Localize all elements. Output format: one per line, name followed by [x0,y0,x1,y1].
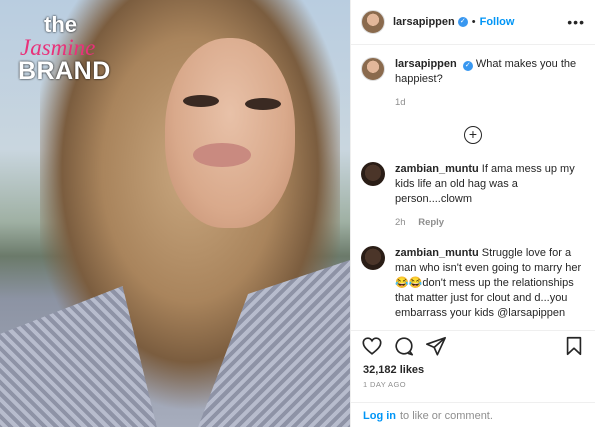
photo-eye-right [245,98,281,110]
comment-body: zambian_muntu If ama mess up my kids lif… [395,162,585,230]
bookmark-icon[interactable] [563,335,585,357]
avatar[interactable] [361,10,385,34]
caption: larsapippen ✓ What makes you the happies… [361,57,585,110]
action-bar [351,330,595,361]
post-sidebar: larsapippen ✓ • Follow ••• larsapippen ✓… [350,0,595,427]
comment-username[interactable]: zambian_muntu [395,163,479,175]
commenter-avatar[interactable] [361,162,385,186]
caption-body: larsapippen ✓ What makes you the happies… [395,57,585,110]
comment-body: zambian_muntu Struggle love for a man wh… [395,246,585,321]
load-more-comments-icon[interactable]: + [464,126,482,144]
post-timestamp[interactable]: 1 DAY AGO [363,380,406,389]
more-options-icon[interactable]: ••• [567,14,585,30]
caption-age: 1d [395,97,406,108]
header-username[interactable]: larsapippen [393,16,455,28]
separator-dot: • [471,16,476,28]
list-item: zambian_muntu Struggle love for a man wh… [361,246,585,321]
reply-button[interactable]: Reply [418,217,444,228]
photo-face [165,38,295,228]
like-count[interactable]: 32,182 likes [363,364,424,376]
login-prompt-text: to like or comment. [400,409,493,422]
photo-eye-left [183,95,219,107]
comment-username[interactable]: zambian_muntu [395,247,479,259]
instagram-post: the Jasmine BRAND larsapippen ✓ • Follow… [0,0,595,427]
heart-icon[interactable] [361,335,383,357]
comment-meta: 2h Reply [395,215,585,230]
follow-button[interactable]: Follow [480,16,515,28]
verified-badge-icon: ✓ [462,61,473,71]
share-icon[interactable] [425,335,447,357]
list-item: zambian_muntu If ama mess up my kids lif… [361,162,585,230]
watermark-logo: the Jasmine BRAND [18,14,111,84]
login-link[interactable]: Log in [363,410,396,422]
comment-icon[interactable] [393,335,415,357]
post-header: larsapippen ✓ • Follow ••• [351,0,595,45]
watermark-line2: Jasmine [20,35,96,60]
commenter-avatar[interactable] [361,246,385,270]
watermark-line1: the [44,12,77,37]
caption-username[interactable]: larsapippen [395,58,457,70]
verified-badge-icon: ✓ [457,17,468,27]
photo-lips [193,143,251,167]
login-prompt: Log in to like or comment. [351,402,595,428]
caption-avatar[interactable] [361,57,385,81]
post-photo[interactable]: the Jasmine BRAND [0,0,350,427]
watermark-line3: BRAND [18,57,111,85]
comments-section: larsapippen ✓ What makes you the happies… [351,45,595,321]
comment-age: 2h [395,217,406,228]
